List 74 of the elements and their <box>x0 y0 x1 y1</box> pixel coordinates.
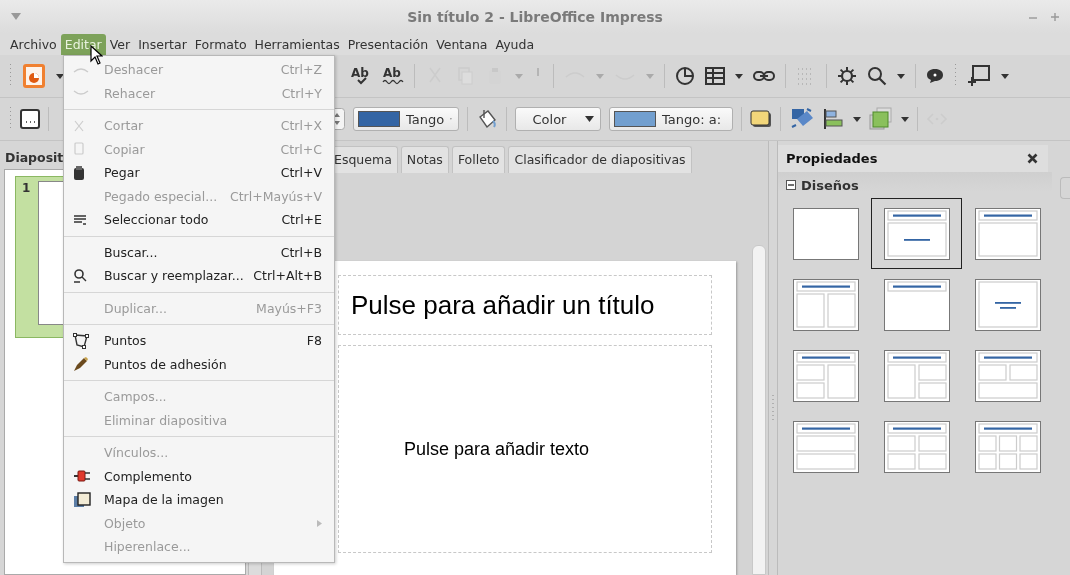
menu-bar-item[interactable]: Insertar <box>134 33 191 55</box>
settings-icon[interactable] <box>837 66 857 86</box>
image-map-icon <box>73 491 91 508</box>
shortcut-text: Ctrl+Y <box>281 85 322 101</box>
transform-icon[interactable] <box>789 107 815 131</box>
paint-bucket-icon[interactable] <box>476 108 498 130</box>
area-color-dropdown[interactable]: Tango: a: <box>609 107 733 131</box>
slide-number: 1 <box>22 181 32 197</box>
shortcut-text: Ctrl+Alt+B <box>253 268 322 284</box>
select-all-icon <box>73 213 87 226</box>
cut-icon <box>73 119 85 132</box>
caret-icon[interactable] <box>853 116 861 122</box>
shortcut-text: Ctrl+Z <box>280 62 322 78</box>
insert-frame-icon[interactable] <box>967 65 991 87</box>
align-icon[interactable] <box>823 108 845 130</box>
copy-icon <box>73 142 85 157</box>
comment-icon[interactable] <box>926 68 944 84</box>
dropdown-value: Tango <box>406 111 445 127</box>
menu-bar-item[interactable]: Formato <box>190 33 251 55</box>
window-title: Sin título 2 - LibreOffice Impress <box>407 8 663 25</box>
shortcut-text: Ctrl+B <box>280 244 322 260</box>
shortcut-text: Ctrl+X <box>280 118 322 134</box>
close-icon[interactable] <box>1027 153 1038 164</box>
shortcut-text: Ctrl+C <box>280 141 322 157</box>
shortcut-text: F8 <box>306 333 322 349</box>
layout-option[interactable] <box>871 198 962 269</box>
shortcut-text: Ctrl+V <box>280 165 322 181</box>
search-icon <box>73 268 87 283</box>
redo-icon <box>73 89 89 98</box>
pie-chart-icon[interactable] <box>675 66 695 86</box>
menu-bar-item[interactable]: Presentación <box>343 33 433 55</box>
caret-icon[interactable] <box>735 73 743 79</box>
menu-item[interactable]: Complemento <box>64 464 334 488</box>
view-tab[interactable]: Folleto <box>451 146 506 173</box>
pane-title: Diaposit <box>4 149 64 167</box>
menu-bar-item[interactable]: Ayuda <box>491 33 539 55</box>
line-color-dropdown[interactable]: Tango <box>353 107 459 131</box>
view-tab[interactable]: Clasificador de diapositivas <box>508 146 692 173</box>
menu-bar-item[interactable]: Archivo <box>6 33 61 55</box>
presentation-icon[interactable] <box>22 63 46 89</box>
undo-icon <box>73 65 89 74</box>
caret-icon[interactable] <box>1001 73 1009 79</box>
caret-icon <box>585 116 594 122</box>
menu-bar-item[interactable]: Ver <box>105 33 135 55</box>
polygon-points-icon <box>73 332 89 349</box>
search-icon[interactable] <box>867 66 887 86</box>
dropdown-value: Tango: a: <box>662 111 722 127</box>
submenu-arrow-icon <box>317 519 322 527</box>
menu-bar-item[interactable]: Ventana <box>432 33 492 55</box>
menu-bar-item[interactable]: Herramientas <box>250 33 344 55</box>
shortcut-text: Mayús+F3 <box>256 300 322 316</box>
area-style-dropdown[interactable]: Color <box>515 107 601 131</box>
table-icon[interactable] <box>705 67 725 85</box>
caret-icon[interactable] <box>56 73 64 79</box>
section-title: Diseños <box>801 177 859 193</box>
shortcut-text: Ctrl+E <box>281 212 322 228</box>
sidebar-title: Propiedades <box>786 151 878 166</box>
plug-icon <box>73 469 91 484</box>
scrollbar[interactable] <box>752 245 766 575</box>
caret-icon[interactable] <box>901 116 909 122</box>
text-placeholder[interactable]: Pulse para añadir texto <box>338 345 712 553</box>
pen-icon <box>73 356 89 373</box>
link-icon[interactable] <box>753 70 775 82</box>
title-placeholder[interactable]: Pulse para añadir un título <box>338 275 712 335</box>
collapse-icon[interactable] <box>786 180 796 190</box>
paste-icon <box>73 165 85 180</box>
shortcut-text: Ctrl+Mayús+V <box>229 188 322 204</box>
view-tab[interactable]: Notas <box>400 146 449 173</box>
menu-item[interactable]: Mapa de la imagen <box>64 488 334 512</box>
caret-icon[interactable] <box>897 73 905 79</box>
menu-item[interactable]: Puntos de adhesión <box>64 352 334 376</box>
dropdown-value: Color <box>531 111 568 127</box>
dialog-icon[interactable] <box>20 109 40 129</box>
shadow-icon[interactable] <box>750 110 772 128</box>
